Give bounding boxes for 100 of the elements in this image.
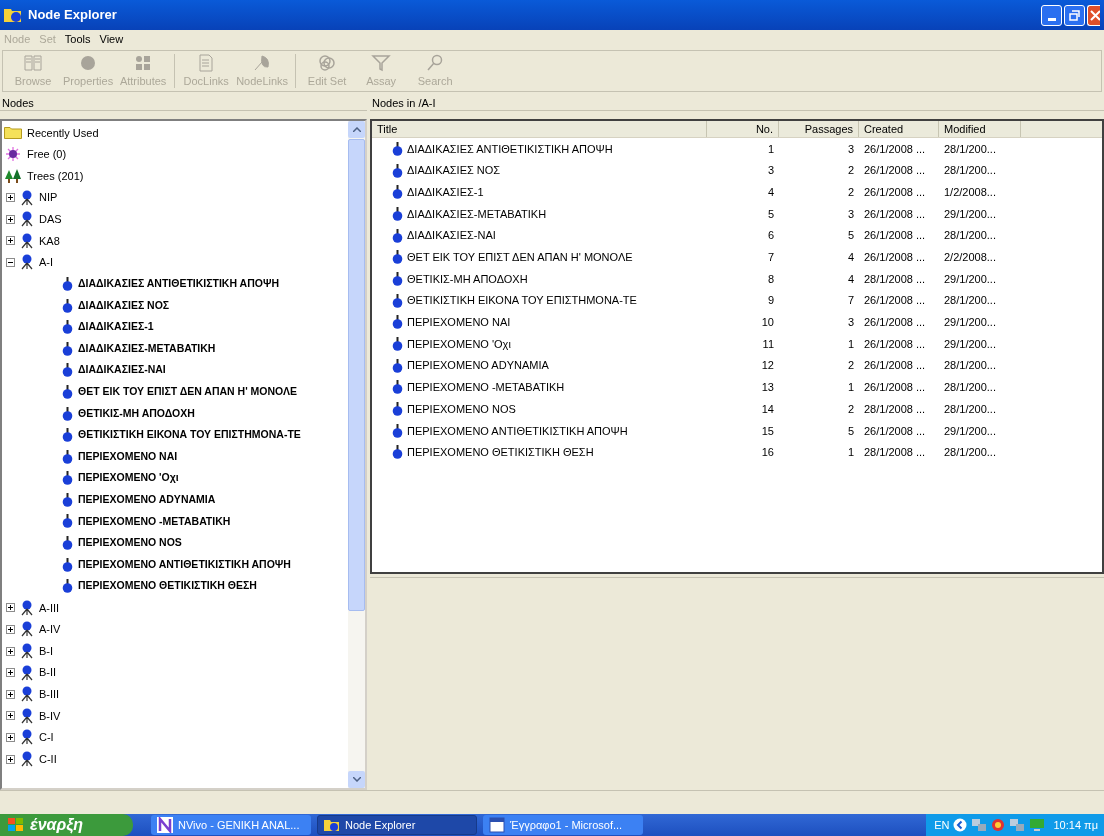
tree-item[interactable]: C-II: [39, 750, 57, 768]
expander-toggle[interactable]: [6, 624, 15, 634]
tree-item[interactable]: Recently Used: [27, 124, 99, 142]
taskbar-button[interactable]: Node Explorer: [317, 815, 477, 835]
node-figure-icon: [20, 621, 34, 638]
restore-button[interactable]: [1064, 4, 1085, 26]
tree-item[interactable]: B-II: [39, 664, 57, 681]
table-cell-text: 26/1/2008 ...: [863, 228, 927, 244]
tree-item[interactable]: ΘΕΤΙΚΙΣΤΙΚΗ ΕΙΚΟΝΑ ΤΟΥ ΕΠΙΣΤΗΜΟΝΑ-ΤΕ: [78, 427, 301, 443]
drop-icon: [392, 141, 403, 156]
expander-toggle[interactable]: [6, 668, 15, 678]
drop-icon: [62, 471, 73, 486]
node-figure-icon: [20, 232, 34, 249]
vertical-scrollbar[interactable]: [348, 121, 365, 788]
column-header[interactable]: Title: [372, 121, 707, 137]
menu-item[interactable]: Tools: [64, 30, 91, 48]
table-cell-text: ΠΕΡΙΕΧΟΜΕΝΟ ΑΝΤΙΘΕΤΙΚΙΣΤΙΚΗ ΑΠΟΨΗ: [407, 423, 628, 439]
tree-item[interactable]: ΠΕΡΙΕΧΟΜΕΝΟ ΑΝΤΙΘΕΤΙΚΙΣΤΙΚΗ ΑΠΟΨΗ: [78, 556, 291, 573]
table-cell-text: 28/1/200...: [943, 141, 997, 157]
expander-toggle[interactable]: [6, 603, 15, 613]
drop-icon: [392, 293, 403, 308]
tree-item[interactable]: ΔΙΑΔΙΚΑΣΙΕΣ-ΝΑΙ: [78, 362, 166, 379]
column-header[interactable]: Created: [859, 121, 939, 137]
table-cell-text: ΠΕΡΙΕΧΟΜΕΝΟ NOS: [407, 401, 516, 417]
expander-toggle[interactable]: [6, 193, 15, 203]
drop-icon: [392, 250, 403, 265]
tree-item[interactable]: KA8: [39, 232, 60, 249]
tree-item[interactable]: A-III: [39, 599, 60, 617]
expander-toggle[interactable]: [6, 689, 15, 699]
table-cell-text: 3: [766, 163, 775, 179]
letter-n-logo-icon: [157, 817, 173, 833]
tree-item[interactable]: ΠΕΡΙΕΧΟΜΕΝΟ NOS: [78, 535, 182, 551]
tree-item[interactable]: B-III: [39, 686, 60, 703]
folder-icon: [4, 126, 22, 140]
table-cell-text: 28/1/2008 ...: [863, 445, 927, 461]
tree-item[interactable]: C-I: [39, 729, 54, 746]
start-button[interactable]: έναρξη: [0, 814, 133, 836]
tree-item[interactable]: ΔΙΑΔΙΚΑΣΙΕΣ-ΜΕΤΑΒΑΤΙΚΗ: [78, 340, 216, 357]
table-cell-text: ΠΕΡΙΕΧΟΜΕΝΟ ΝΑΙ: [407, 315, 511, 331]
tree-item[interactable]: Trees (201): [27, 167, 84, 185]
expander-toggle[interactable]: [6, 646, 15, 656]
tree-item[interactable]: B-I: [39, 642, 54, 660]
table-cell-text: 10: [760, 315, 775, 331]
tree-item[interactable]: ΘΕΤ ΕΙΚ ΤΟΥ ΕΠΙΣΤ ΔΕΝ ΑΠΑΝ Η' ΜΟΝΟΛΕ: [78, 384, 297, 400]
table-cell-text: ΠΕΡΙΕΧΟΜΕΝΟ 'Οχι: [407, 336, 511, 352]
plus-minus-icon: [7, 215, 14, 223]
plus-minus-icon: [7, 712, 14, 720]
column-header[interactable]: No.: [707, 121, 779, 137]
table-cell-text: 26/1/2008 ...: [863, 293, 927, 309]
tree-item[interactable]: ΠΕΡΙΕΧΟΜΕΝΟ 'Οχι: [78, 470, 179, 487]
table-cell-text: 1/2/2008...: [943, 184, 997, 200]
node-figure-icon: [20, 686, 34, 703]
drop-icon: [62, 557, 73, 572]
tree-item[interactable]: ΔΙΑΔΙΚΑΣΙΕΣ-1: [78, 319, 154, 335]
taskbar-button[interactable]: Έγγραφο1 - Microsof...: [483, 815, 643, 835]
drop-icon: [392, 206, 403, 221]
expander-toggle[interactable]: [6, 732, 15, 742]
expander-toggle[interactable]: [6, 214, 15, 224]
tree-item[interactable]: DAS: [39, 210, 62, 228]
tree-item[interactable]: ΠΕΡΙΕΧΟΜΕΝΟ ΑDYΝΑΜΙΑ: [78, 492, 216, 508]
drop-icon: [62, 428, 73, 443]
expander-toggle[interactable]: [6, 754, 15, 764]
app-icon: [4, 7, 22, 23]
close-button[interactable]: [1087, 4, 1100, 26]
table-cell-text: 26/1/2008 ...: [863, 163, 927, 179]
tree-item[interactable]: ΔΙΑΔΙΚΑΣΙΕΣ ΝΟΣ: [78, 297, 170, 314]
drop-icon: [62, 341, 73, 356]
tree-item[interactable]: ΠΕΡΙΕΧΟΜΕΝΟ -ΜΕΤΑΒΑΤΙΚΗ: [78, 513, 231, 530]
tree-item[interactable]: NIP: [39, 189, 58, 206]
tree-item[interactable]: ΘΕΤΙΚΙΣ-ΜΗ ΑΠΟΔΟΧΗ: [78, 405, 195, 422]
tree-item[interactable]: Free (0): [27, 146, 67, 163]
minimize-button[interactable]: [1041, 4, 1062, 26]
taskbar-button[interactable]: NVivo - GENIKH ANAL...: [151, 815, 311, 835]
table-cell-text: 28/1/200...: [943, 293, 997, 309]
table-cell-text: 2: [846, 358, 855, 374]
table-cell-text: 3: [846, 141, 855, 157]
table-cell-text: 26/1/2008 ...: [863, 423, 927, 439]
tree-item[interactable]: ΠΕΡΙΕΧΟΜΕΝΟ ΘΕΤΙΚΙΣΤΙΚΗ ΘΕΣΗ: [78, 578, 257, 595]
chevron-icon[interactable]: [953, 818, 968, 832]
table-cell-text: ΠΕΡΙΕΧΟΜΕΝΟ ΘΕΤΙΚΙΣΤΙΚΗ ΘΕΣΗ: [407, 445, 594, 461]
expander-toggle[interactable]: [6, 257, 15, 267]
scroll-down-icon[interactable]: [352, 777, 361, 782]
tree-item[interactable]: ΠΕΡΙΕΧΟΜΕΝΟ ΝΑΙ: [78, 448, 178, 465]
table-cell-text: 16: [760, 445, 775, 461]
expander-toggle[interactable]: [6, 236, 15, 246]
tree-item[interactable]: A-IV: [39, 621, 61, 638]
expander-toggle[interactable]: [6, 711, 15, 721]
drop-icon: [62, 449, 73, 464]
column-header[interactable]: Modified: [939, 121, 1021, 137]
column-header[interactable]: Passages: [779, 121, 859, 137]
scroll-up-icon[interactable]: [352, 127, 361, 132]
menu-item[interactable]: View: [99, 30, 124, 48]
tree-item[interactable]: ΔΙΑΔΙΚΑΣΙΕΣ ΑΝΤΙΘΕΤΙΚΙΣΤΙΚΗ ΑΠΟΨΗ: [78, 276, 279, 292]
table-cell-text: 8: [766, 271, 775, 287]
tree-item[interactable]: A-I: [39, 254, 54, 271]
table-cell-text: 29/1/200...: [943, 315, 997, 331]
table-cell-text: 1: [766, 141, 775, 157]
table-cell-text: 3: [846, 315, 855, 331]
tree-item[interactable]: B-IV: [39, 707, 61, 725]
table-cell-text: 1: [846, 336, 855, 352]
